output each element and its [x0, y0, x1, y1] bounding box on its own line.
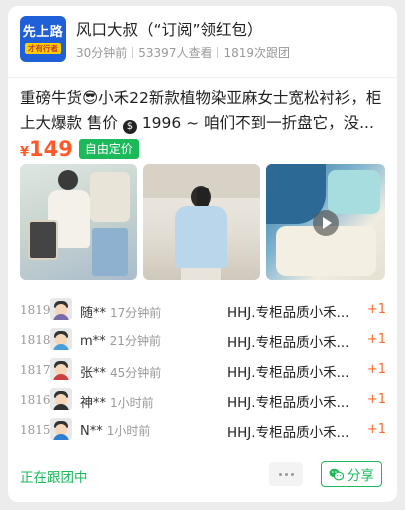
photo-teal-shirt	[328, 170, 380, 214]
price-currency: ¥	[20, 145, 30, 160]
order-number: 1819	[20, 303, 51, 317]
order-number: 1815	[20, 423, 51, 437]
product-name: HHJ.专柜品质小禾...	[227, 365, 350, 381]
list-item[interactable]: 1815 N** 1小时前 HHJ.专柜品质小禾... +1	[20, 416, 386, 446]
participant-name: m** 21分钟前	[80, 332, 161, 349]
meta-divider	[132, 47, 134, 58]
play-icon[interactable]	[313, 210, 339, 236]
group-meta: 30分钟前 53397人查看 1819次跟团	[76, 44, 290, 61]
join-time: 21分钟前	[109, 334, 161, 348]
product-image-1[interactable]	[20, 164, 137, 280]
photo-bag	[28, 220, 58, 260]
free-pricing-tag[interactable]: 自由定价	[78, 139, 139, 159]
participant-name: 神** 1小时前	[80, 392, 154, 411]
group-status: 正在跟团中	[20, 470, 88, 486]
order-number: 1817	[20, 363, 51, 377]
quantity: +1	[366, 422, 386, 437]
avatar-body	[53, 434, 69, 440]
product-video-thumbnail[interactable]	[266, 164, 385, 280]
avatar[interactable]	[50, 298, 72, 320]
name-text: 张**	[80, 366, 107, 381]
list-item[interactable]: 1819 随** 17分钟前 HHJ.专柜品质小禾... +1	[20, 296, 386, 326]
share-label: 分享	[347, 468, 374, 484]
product-name: HHJ.专柜品质小禾...	[227, 335, 350, 351]
photo-shirt-folded	[92, 228, 128, 276]
photo-model-pants	[181, 268, 221, 280]
group-title[interactable]: 风口大叔（“订阅”领红包）	[76, 18, 263, 40]
product-image-2[interactable]	[143, 164, 260, 280]
name-text: 随**	[80, 306, 107, 321]
participant-name: 张** 45分钟前	[80, 362, 161, 381]
join-time: 1小时前	[106, 424, 151, 438]
meta-divider	[217, 47, 219, 58]
more-dots-icon	[284, 472, 288, 476]
quantity: +1	[366, 302, 386, 317]
photo-model-shirt	[175, 206, 227, 268]
join-time: 1小时前	[110, 396, 154, 410]
logo-text: 先上路	[22, 24, 64, 40]
post-description[interactable]: 重磅牛货😎小禾22新款植物染亚麻女士宽松衬衫，柜上大爆款 售价 $ 1996 ~…	[20, 86, 386, 136]
order-number: 1818	[20, 333, 51, 347]
participant-list: 1819 随** 17分钟前 HHJ.专柜品质小禾... +1 1818 m** 2…	[20, 296, 386, 446]
quantity: +1	[366, 392, 386, 407]
more-dots-icon	[278, 472, 282, 476]
name-text: N**	[80, 424, 103, 439]
description-text-2: 1996 ~ 咱们不到一折盘它，没...	[141, 114, 374, 132]
avatar-body	[53, 344, 69, 350]
group-header[interactable]: 先上路 才有行者 风口大叔（“订阅”领红包） 30分钟前 53397人查看 1819…	[20, 16, 385, 68]
price-value: 149	[29, 137, 73, 161]
avatar[interactable]	[50, 388, 72, 410]
group-buy-card[interactable]: 先上路 才有行者 风口大叔（“订阅”领红包） 30分钟前 53397人查看 1819…	[8, 6, 397, 502]
avatar-body	[53, 314, 69, 320]
money-bag-icon: $	[122, 120, 137, 134]
list-item[interactable]: 1818 m** 21分钟前 HHJ.专柜品质小禾... +1	[20, 326, 386, 356]
view-count: 53397人查看	[138, 46, 213, 60]
group-logo[interactable]: 先上路 才有行者	[20, 16, 66, 62]
name-text: 神**	[80, 396, 107, 411]
avatar-body	[53, 404, 69, 410]
list-item[interactable]: 1816 神** 1小时前 HHJ.专柜品质小禾... +1	[20, 386, 386, 416]
quantity: +1	[366, 332, 386, 347]
avatar[interactable]	[50, 418, 72, 440]
post-time: 30分钟前	[76, 46, 128, 60]
avatar-body	[53, 374, 69, 380]
join-time: 45分钟前	[110, 366, 162, 380]
avatar[interactable]	[50, 328, 72, 350]
photo-model-head	[58, 170, 78, 190]
photo-shirt-hanging	[90, 172, 130, 222]
list-item[interactable]: 1817 张** 45分钟前 HHJ.专柜品质小禾... +1	[20, 356, 386, 386]
product-name: HHJ.专柜品质小禾...	[227, 395, 350, 411]
avatar[interactable]	[50, 358, 72, 380]
join-time: 17分钟前	[110, 306, 162, 320]
product-name: HHJ.专柜品质小禾...	[227, 305, 350, 321]
more-button[interactable]	[269, 462, 303, 486]
price-row: ¥149 自由定价	[20, 136, 139, 162]
logo-subtext: 才有行者	[25, 42, 61, 54]
share-button[interactable]: 分享	[321, 461, 382, 487]
quantity: +1	[366, 362, 386, 377]
photo-phone	[197, 188, 209, 206]
more-dots-icon	[290, 472, 294, 476]
participant-name: 随** 17分钟前	[80, 302, 161, 321]
order-number: 1816	[20, 393, 51, 407]
name-text: m**	[80, 334, 106, 349]
price: ¥149	[20, 137, 73, 161]
follow-count: 1819次跟团	[223, 46, 291, 60]
product-name: HHJ.专柜品质小禾...	[227, 425, 350, 441]
wechat-icon	[329, 468, 344, 480]
header-divider	[8, 77, 397, 78]
participant-name: N** 1小时前	[80, 422, 150, 439]
